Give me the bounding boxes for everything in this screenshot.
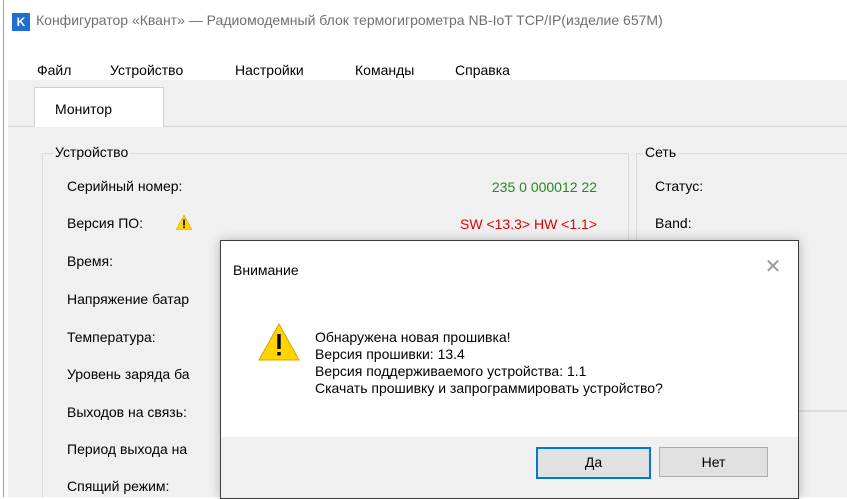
network-group-legend: Сеть — [643, 144, 679, 160]
window-edge — [3, 0, 4, 497]
dialog-message: Обнаружена новая прошивка! Версия прошив… — [315, 329, 663, 397]
warning-icon — [176, 215, 192, 230]
message-line: Версия прошивки: 13.4 — [315, 346, 465, 362]
menu-file[interactable]: Файл — [37, 62, 71, 78]
message-line: Версия поддерживаемого устройства: 1.1 — [315, 363, 587, 379]
message-line: Скачать прошивку и запрограммировать уст… — [315, 380, 663, 396]
firmware-version-value: SW <13.3> HW <1.1> — [460, 216, 597, 232]
warning-icon — [258, 323, 300, 361]
temperature-label: Температура: — [67, 329, 156, 345]
app-logo-icon: K — [12, 13, 30, 31]
no-button[interactable]: Нет — [659, 447, 768, 477]
attention-dialog: Внимание ✕ Обнаружена новая прошивка! Ве… — [220, 240, 799, 499]
serial-number-value: 235 0 000012 22 — [491, 179, 597, 195]
window-title: Конфигуратор «Квант» — Радиомодемный бло… — [36, 12, 663, 28]
sleep-mode-label: Спящий режим: — [67, 478, 170, 494]
device-group-legend: Устройство — [53, 144, 131, 160]
connections-count-label: Выходов на связь: — [67, 404, 187, 420]
menu-commands[interactable]: Команды — [355, 62, 414, 78]
yes-button[interactable]: Да — [536, 447, 651, 479]
message-line: Обнаружена новая прошивка! — [315, 329, 511, 345]
close-icon[interactable]: ✕ — [762, 255, 784, 277]
network-band-label: Band: — [655, 215, 692, 231]
battery-level-label: Уровень заряда ба — [67, 366, 190, 382]
serial-number-label: Серийный номер: — [67, 178, 183, 194]
divider — [797, 410, 847, 411]
dialog-footer: Да Нет — [221, 437, 798, 498]
tab-monitor-label: Монитор — [55, 101, 112, 117]
menu-device[interactable]: Устройство — [110, 62, 183, 78]
dialog-title: Внимание — [233, 262, 299, 278]
tab-monitor[interactable]: Монитор — [34, 87, 164, 128]
network-status-label: Статус: — [655, 178, 704, 194]
firmware-version-label: Версия ПО: — [67, 215, 144, 231]
battery-voltage-label: Напряжение батар — [67, 291, 190, 307]
menu-help[interactable]: Справка — [455, 62, 510, 78]
menu-settings[interactable]: Настройки — [235, 62, 304, 78]
time-label: Время: — [67, 253, 114, 269]
connection-period-label: Период выхода на — [67, 441, 188, 457]
